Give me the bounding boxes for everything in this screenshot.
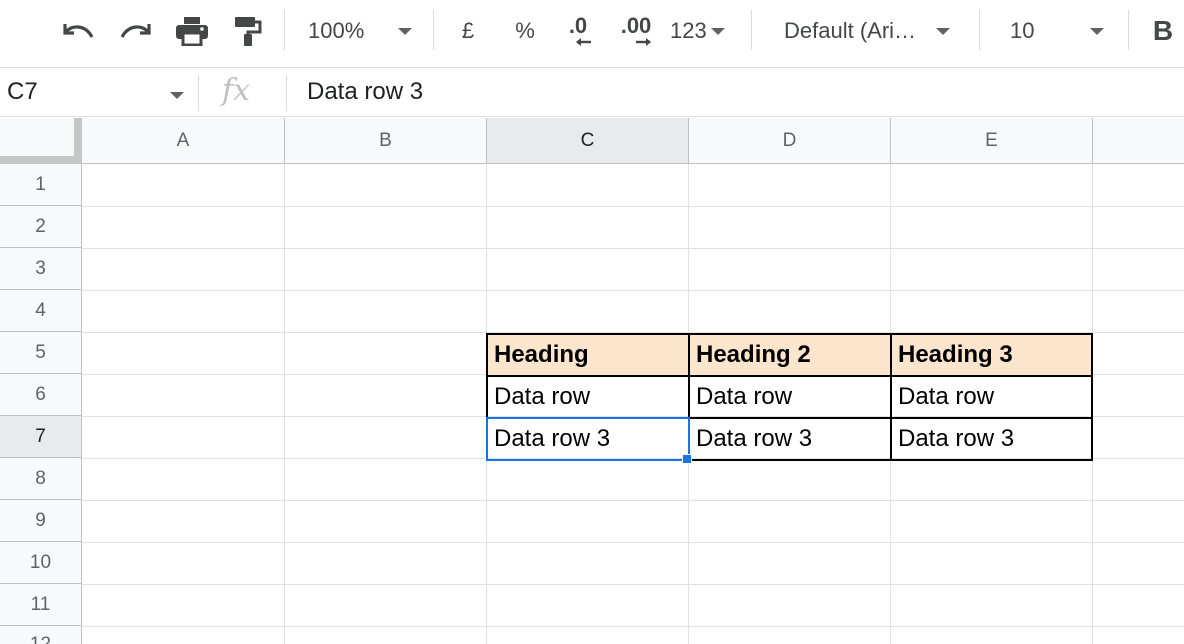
paint-format-button[interactable] [228, 0, 268, 62]
table-border [1091, 333, 1093, 461]
increase-decimal-label: .00 [620, 13, 652, 38]
separator [433, 10, 434, 50]
currency-button[interactable]: £ [452, 0, 484, 62]
row-header-5[interactable]: 5 [0, 332, 82, 374]
chevron-down-icon [398, 27, 413, 35]
name-box[interactable]: C7 [7, 78, 38, 106]
row-header-12[interactable]: 12 [0, 626, 82, 644]
toolbar: 100% £ % .0 .00 123 Default (Ari… 10 B [0, 0, 1184, 68]
select-all-corner[interactable] [0, 118, 82, 164]
chevron-down-icon [1090, 27, 1105, 35]
table-border [890, 333, 892, 461]
more-formats-button[interactable]: 123 [670, 0, 734, 62]
column-header-d[interactable]: D [689, 118, 891, 164]
undo-button[interactable] [58, 0, 98, 62]
cell-e7[interactable]: Data row 3 [891, 418, 1091, 459]
formula-bar: C7 fx Data row 3 [0, 69, 1184, 117]
chevron-down-icon [710, 27, 725, 35]
more-formats-label: 123 [670, 18, 707, 43]
cell-e5[interactable]: Heading 3 [891, 334, 1091, 375]
separator [284, 10, 285, 50]
column-header-a[interactable]: A [82, 118, 285, 164]
fx-icon: fx [222, 73, 251, 108]
row-header-6[interactable]: 6 [0, 374, 82, 416]
print-icon [176, 17, 208, 46]
freeze-column-handle[interactable] [74, 118, 82, 160]
column-header-f[interactable] [1093, 118, 1184, 164]
column-header-c[interactable]: C [487, 118, 689, 164]
separator [751, 10, 752, 50]
percent-button[interactable]: % [508, 0, 542, 62]
gridline [82, 584, 1184, 585]
column-header-b[interactable]: B [285, 118, 487, 164]
gridline [82, 500, 1184, 501]
separator [198, 75, 199, 111]
gridline [82, 248, 1184, 249]
redo-icon [120, 24, 151, 38]
cell-d7[interactable]: Data row 3 [689, 418, 890, 459]
chevron-down-icon [936, 27, 951, 35]
cell-c6[interactable]: Data row [487, 376, 688, 417]
table-border [486, 333, 1093, 335]
row-header-8[interactable]: 8 [0, 458, 82, 500]
cell-selection [486, 417, 690, 461]
paint-format-icon [235, 17, 262, 46]
gridline [82, 626, 1184, 627]
currency-label: £ [461, 18, 475, 43]
fill-handle[interactable] [682, 454, 692, 464]
table-border [486, 375, 1093, 377]
font-value: Default (Ari… [784, 18, 917, 43]
zoom-value: 100% [308, 18, 365, 43]
print-button[interactable] [172, 0, 212, 62]
formula-input[interactable]: Data row 3 [307, 78, 423, 106]
arrow-right-icon [636, 38, 651, 46]
gridline [82, 542, 1184, 543]
row-header-3[interactable]: 3 [0, 248, 82, 290]
bold-button[interactable]: B [1148, 0, 1178, 62]
font-select[interactable]: Default (Ari… [784, 0, 962, 62]
arrow-left-icon [576, 38, 591, 46]
gridline [82, 290, 1184, 291]
cell-c5[interactable]: Heading [487, 334, 688, 375]
redo-button[interactable] [116, 0, 156, 62]
row-header-11[interactable]: 11 [0, 584, 82, 626]
row-header-2[interactable]: 2 [0, 206, 82, 248]
row-header-7[interactable]: 7 [0, 416, 82, 458]
bold-label: B [1152, 15, 1174, 46]
font-size-select[interactable]: 10 [1010, 0, 1112, 62]
sheet-grid: A B C D E 1 2 3 4 5 6 7 8 9 10 11 12 Hea… [0, 118, 1184, 644]
chevron-down-icon[interactable] [170, 92, 184, 99]
cell-d5[interactable]: Heading 2 [689, 334, 890, 375]
row-header-4[interactable]: 4 [0, 290, 82, 332]
undo-icon [63, 24, 94, 38]
font-size-value: 10 [1010, 18, 1035, 43]
row-header-9[interactable]: 9 [0, 500, 82, 542]
cell-d6[interactable]: Data row [689, 376, 890, 417]
zoom-select[interactable]: 100% [308, 0, 426, 62]
row-header-1[interactable]: 1 [0, 164, 82, 206]
separator [286, 75, 287, 111]
separator [1128, 10, 1129, 50]
decrease-decimal-label: .0 [568, 13, 588, 38]
gridline [284, 164, 285, 644]
column-header-e[interactable]: E [891, 118, 1093, 164]
gridline [82, 206, 1184, 207]
separator [979, 10, 980, 50]
increase-decimal-button[interactable]: .00 [614, 0, 658, 62]
decrease-decimal-button[interactable]: .0 [558, 0, 598, 62]
cell-e6[interactable]: Data row [891, 376, 1091, 417]
row-header-10[interactable]: 10 [0, 542, 82, 584]
percent-label: % [515, 18, 535, 43]
freeze-row-handle[interactable] [0, 156, 82, 164]
